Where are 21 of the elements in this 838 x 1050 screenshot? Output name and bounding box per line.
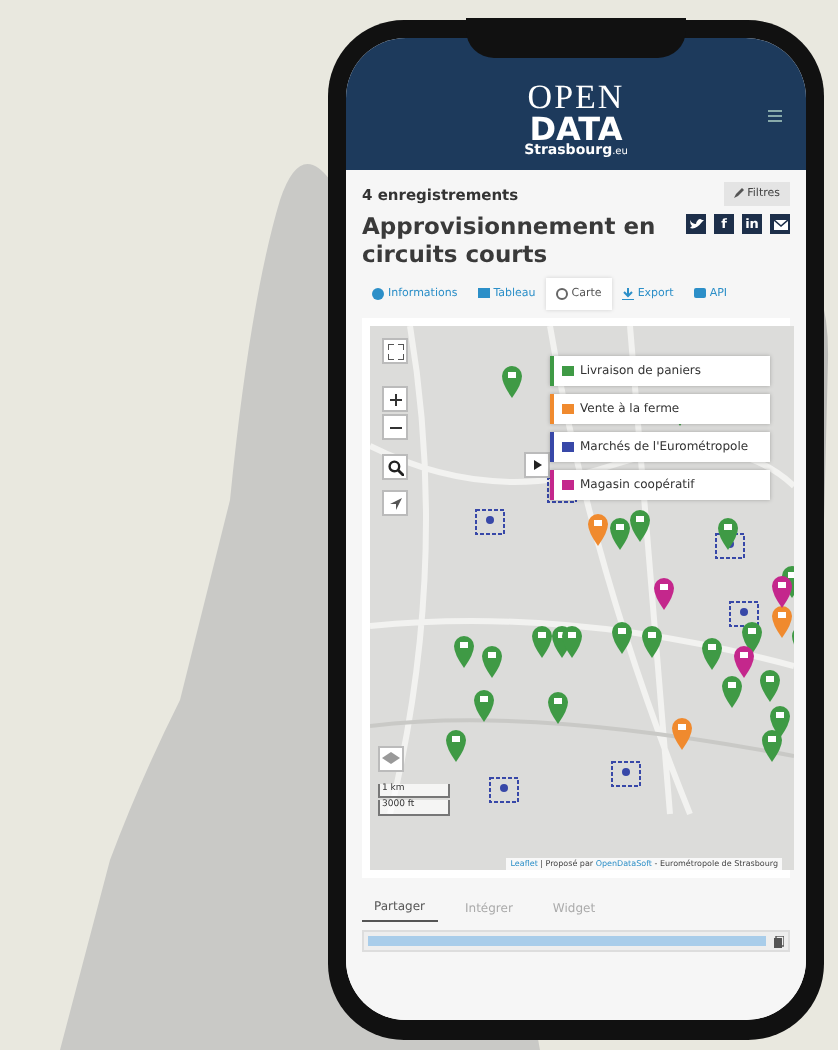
logo-text: DATA: [529, 114, 623, 145]
logo-text: OPEN: [525, 81, 627, 115]
url-field[interactable]: [362, 930, 790, 953]
layers-icon[interactable]: [378, 746, 404, 773]
pencil-icon: [733, 187, 744, 198]
category-icon: [562, 366, 574, 377]
info-icon: [372, 287, 384, 300]
bird-icon[interactable]: [686, 214, 706, 235]
fullscreen-icon[interactable]: [382, 338, 408, 365]
legend-toggle-icon[interactable]: [524, 452, 550, 479]
copy-icon[interactable]: [774, 935, 784, 948]
mail-icon[interactable]: [770, 214, 790, 235]
download-icon: [621, 287, 634, 300]
search-icon[interactable]: [382, 454, 408, 481]
zoom-out-icon[interactable]: [382, 414, 408, 441]
category-icon: [562, 404, 574, 415]
zoom-in-icon[interactable]: [382, 386, 408, 413]
category-icon: [562, 442, 574, 453]
category-icon: [562, 480, 574, 491]
dataset-title: Approvisionnement en circuits courts: [362, 214, 658, 270]
table-icon: [477, 287, 490, 300]
